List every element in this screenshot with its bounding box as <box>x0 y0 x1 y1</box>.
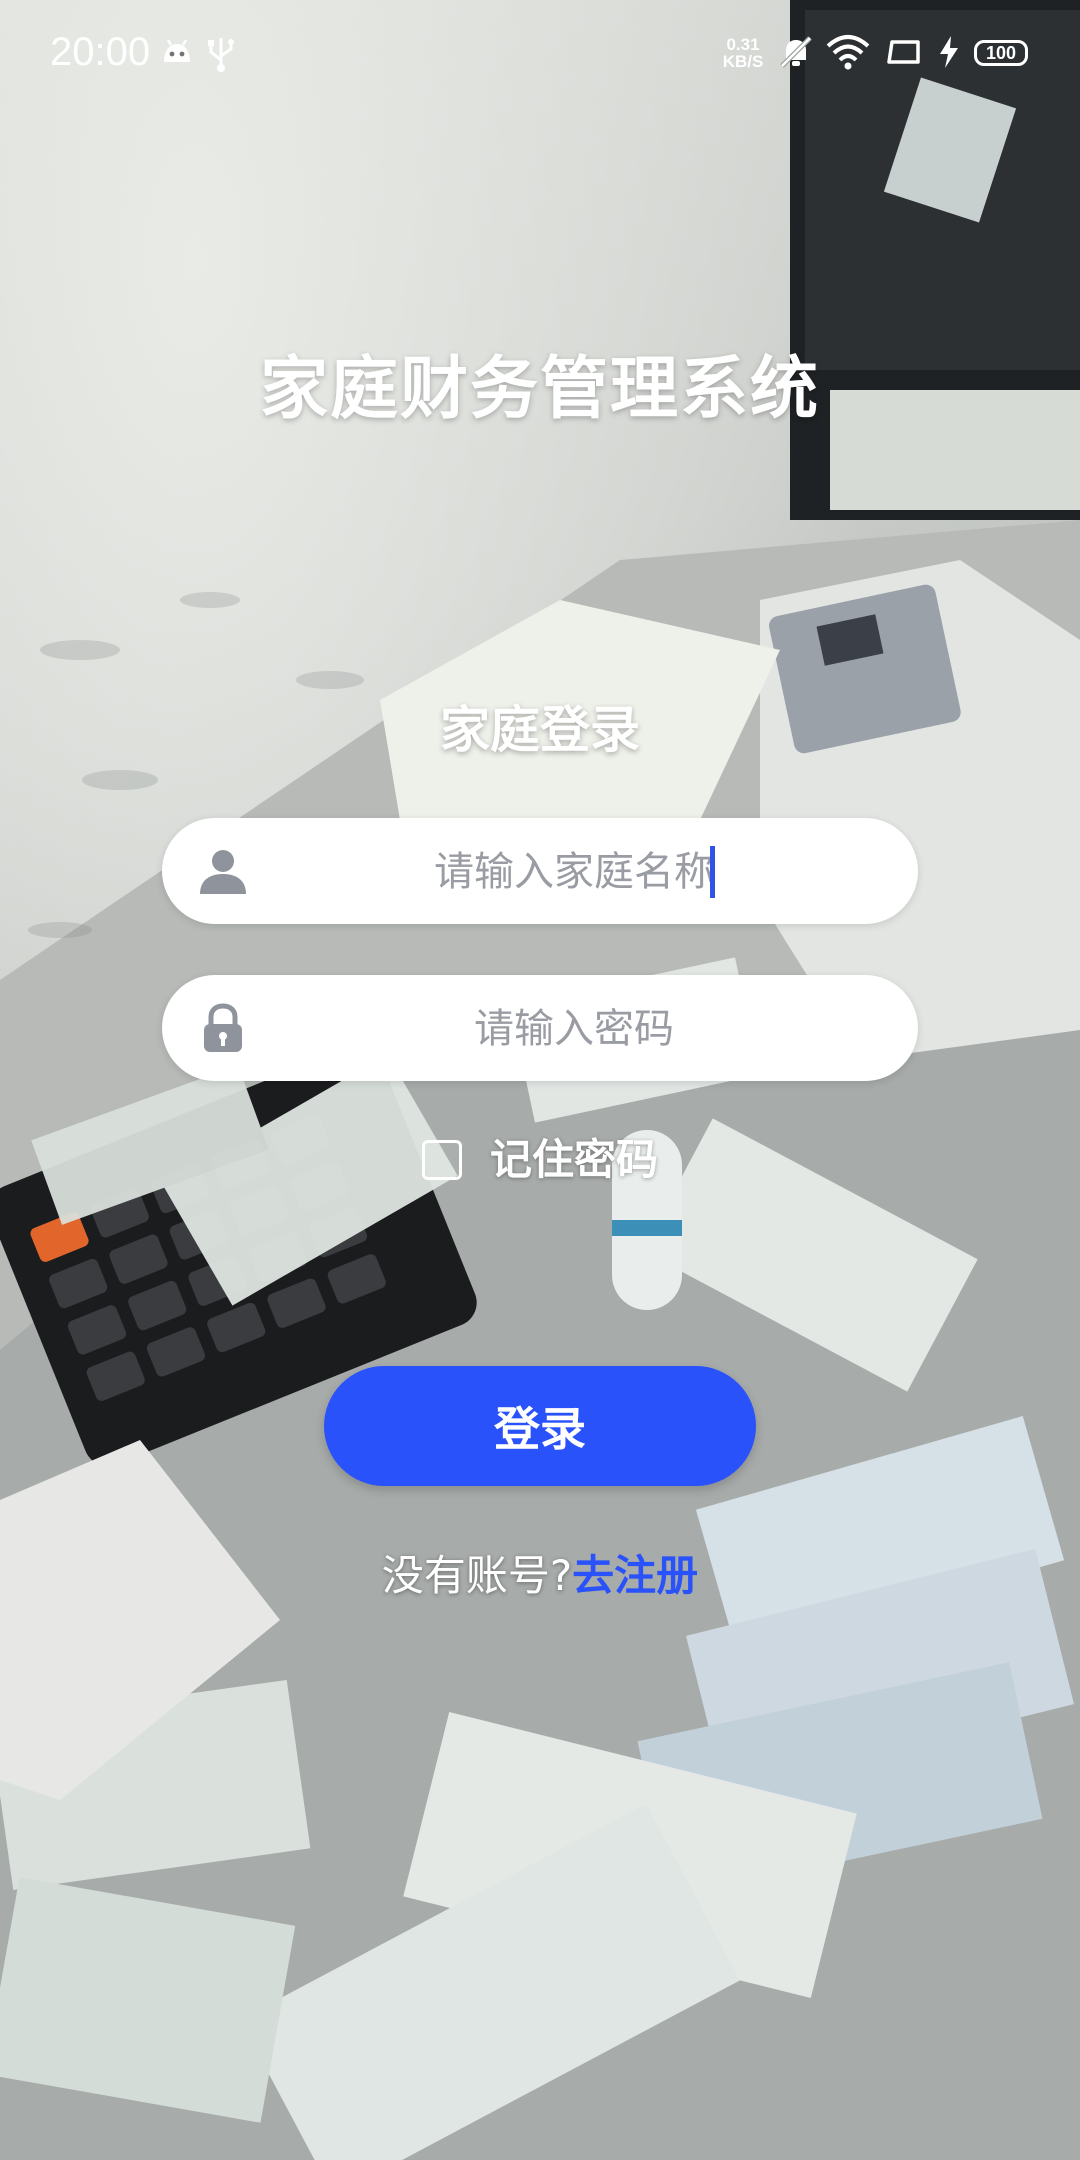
lock-icon <box>204 1003 242 1052</box>
usb-icon <box>208 38 234 72</box>
password-input[interactable] <box>272 975 876 1083</box>
login-section-title: 家庭登录 <box>440 701 640 759</box>
family-name-field[interactable] <box>162 818 918 926</box>
text-cursor <box>710 846 715 898</box>
remember-password-label[interactable]: 记住密码 <box>490 1132 658 1188</box>
remember-password-checkbox[interactable] <box>422 1140 462 1180</box>
screen-rotate-icon <box>887 40 920 64</box>
register-link[interactable]: 去注册 <box>572 1551 698 1600</box>
app-title: 家庭财务管理系统 <box>259 350 820 429</box>
family-name-input[interactable] <box>272 818 876 926</box>
mute-bell-icon <box>780 36 812 68</box>
user-icon <box>200 850 246 894</box>
battery-icon: 100 <box>974 40 1028 66</box>
net-speed: 0.31 KB/S <box>718 36 768 70</box>
register-prompt: 没有账号? <box>381 1551 573 1600</box>
status-bar: 20:00 0.31 KB/S 100 <box>0 0 1080 108</box>
wifi-icon <box>826 35 870 70</box>
register-row: 没有账号?去注册 <box>0 1548 1080 1604</box>
charging-icon <box>940 36 958 68</box>
password-field[interactable] <box>162 975 918 1083</box>
login-screen: 20:00 0.31 KB/S 100 家庭财务管理系统 家庭登录 请输入家庭名… <box>0 0 1080 2160</box>
login-button[interactable]: 登录 <box>324 1366 756 1486</box>
status-time: 20:00 <box>50 30 151 74</box>
android-icon <box>164 39 190 62</box>
net-speed-value: 0.31 <box>726 35 760 54</box>
net-speed-unit: KB/S <box>722 52 764 71</box>
